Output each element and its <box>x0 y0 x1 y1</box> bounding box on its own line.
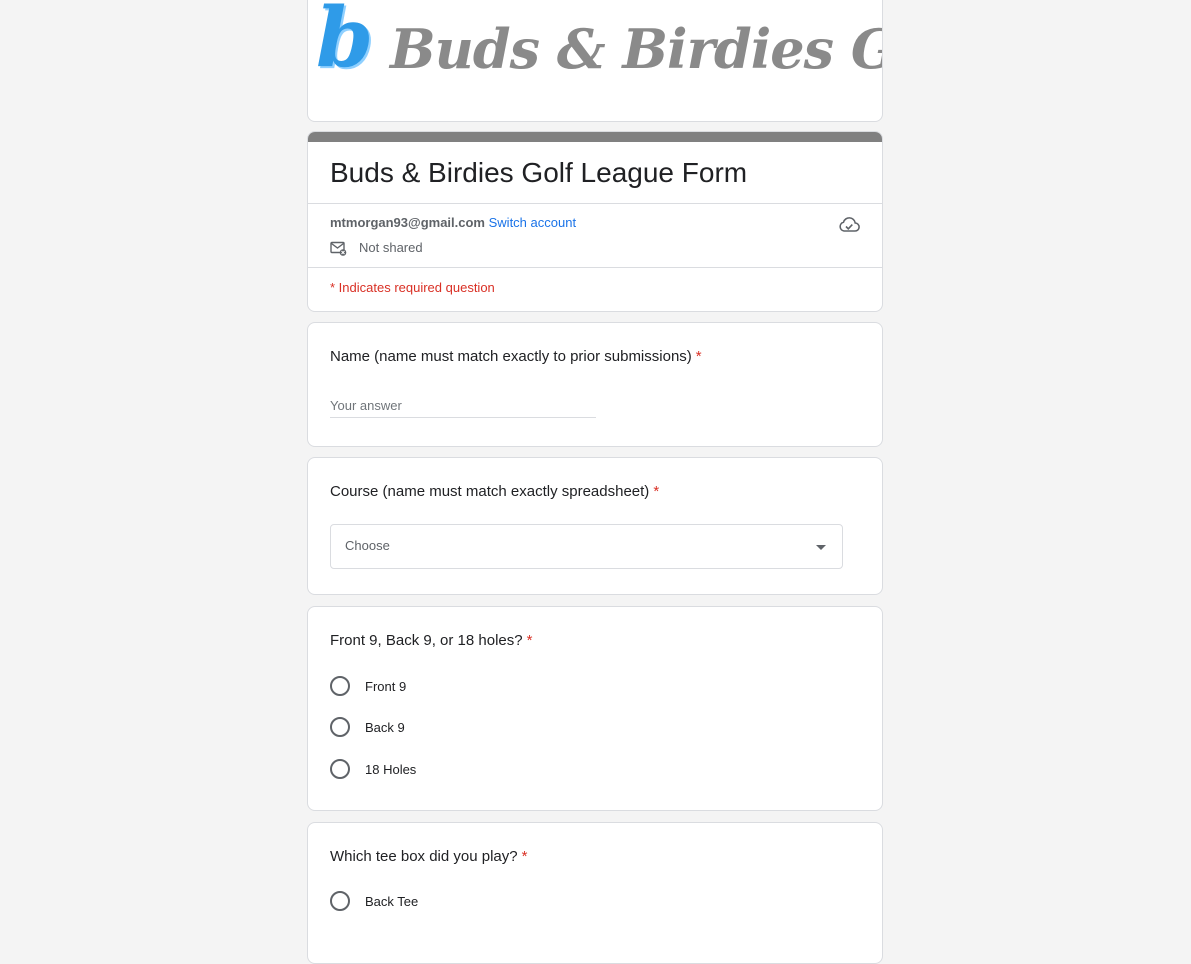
header-banner: b Buds & Birdies Golf <box>307 0 883 122</box>
logo-text: Buds & Birdies Golf <box>390 17 882 81</box>
question-title-text: Front 9, Back 9, or 18 holes? <box>330 632 523 649</box>
divider <box>308 267 882 268</box>
required-asterisk: * <box>653 483 660 500</box>
dropdown-value: Choose <box>345 538 390 553</box>
radio-button[interactable] <box>330 891 350 911</box>
radio-label: Back Tee <box>365 893 419 909</box>
question-title-text: Which tee box did you play? <box>330 848 518 865</box>
account-line: mtmorgan93@gmail.com Switch account <box>330 215 576 231</box>
question-title-text: Name (name must match exactly to prior s… <box>330 348 692 365</box>
divider <box>308 203 882 204</box>
required-asterisk: * <box>521 848 528 865</box>
logo-icon: b <box>316 0 374 86</box>
radio-label: Front 9 <box>365 678 407 694</box>
radio-button[interactable] <box>330 676 350 696</box>
question-title: Which tee box did you play? * <box>330 847 527 867</box>
account-email: mtmorgan93@gmail.com <box>330 215 485 230</box>
cloud-saved-icon <box>839 217 860 232</box>
question-title-text: Course (name must match exactly spreadsh… <box>330 483 650 500</box>
question-title: Course (name must match exactly spreadsh… <box>330 482 659 502</box>
form-header-card: Buds & Birdies Golf League Form mtmorgan… <box>307 131 883 312</box>
not-shared-label: Not shared <box>359 240 423 255</box>
name-input[interactable] <box>330 393 596 418</box>
dropdown-arrow-icon <box>816 545 826 550</box>
mail-icon <box>330 241 347 256</box>
switch-account-link[interactable]: Switch account <box>489 215 576 230</box>
not-shared-row: Not shared <box>330 240 423 256</box>
required-asterisk: * <box>526 632 533 649</box>
radio-option-back-tee[interactable]: Back Tee <box>330 891 418 911</box>
radio-button[interactable] <box>330 717 350 737</box>
accent-bar <box>308 132 882 142</box>
radio-option-front-9[interactable]: Front 9 <box>330 676 406 696</box>
question-course-card: Course (name must match exactly spreadsh… <box>307 457 883 595</box>
form-title: Buds & Birdies Golf League Form <box>330 157 748 188</box>
radio-button[interactable] <box>330 759 350 779</box>
question-title: Name (name must match exactly to prior s… <box>330 347 702 367</box>
question-holes-card: Front 9, Back 9, or 18 holes? * Front 9 B… <box>307 606 883 811</box>
radio-label: Back 9 <box>365 719 405 735</box>
required-note: * Indicates required question <box>330 280 495 295</box>
question-tee-box-card: Which tee box did you play? * Back Tee <box>307 822 883 964</box>
question-title: Front 9, Back 9, or 18 holes? * <box>330 631 532 651</box>
course-dropdown[interactable]: Choose <box>330 524 843 569</box>
question-name-card: Name (name must match exactly to prior s… <box>307 322 883 447</box>
radio-label: 18 Holes <box>365 761 417 777</box>
required-asterisk: * <box>695 348 702 365</box>
radio-option-18-holes[interactable]: 18 Holes <box>330 759 416 779</box>
radio-option-back-9[interactable]: Back 9 <box>330 717 405 737</box>
